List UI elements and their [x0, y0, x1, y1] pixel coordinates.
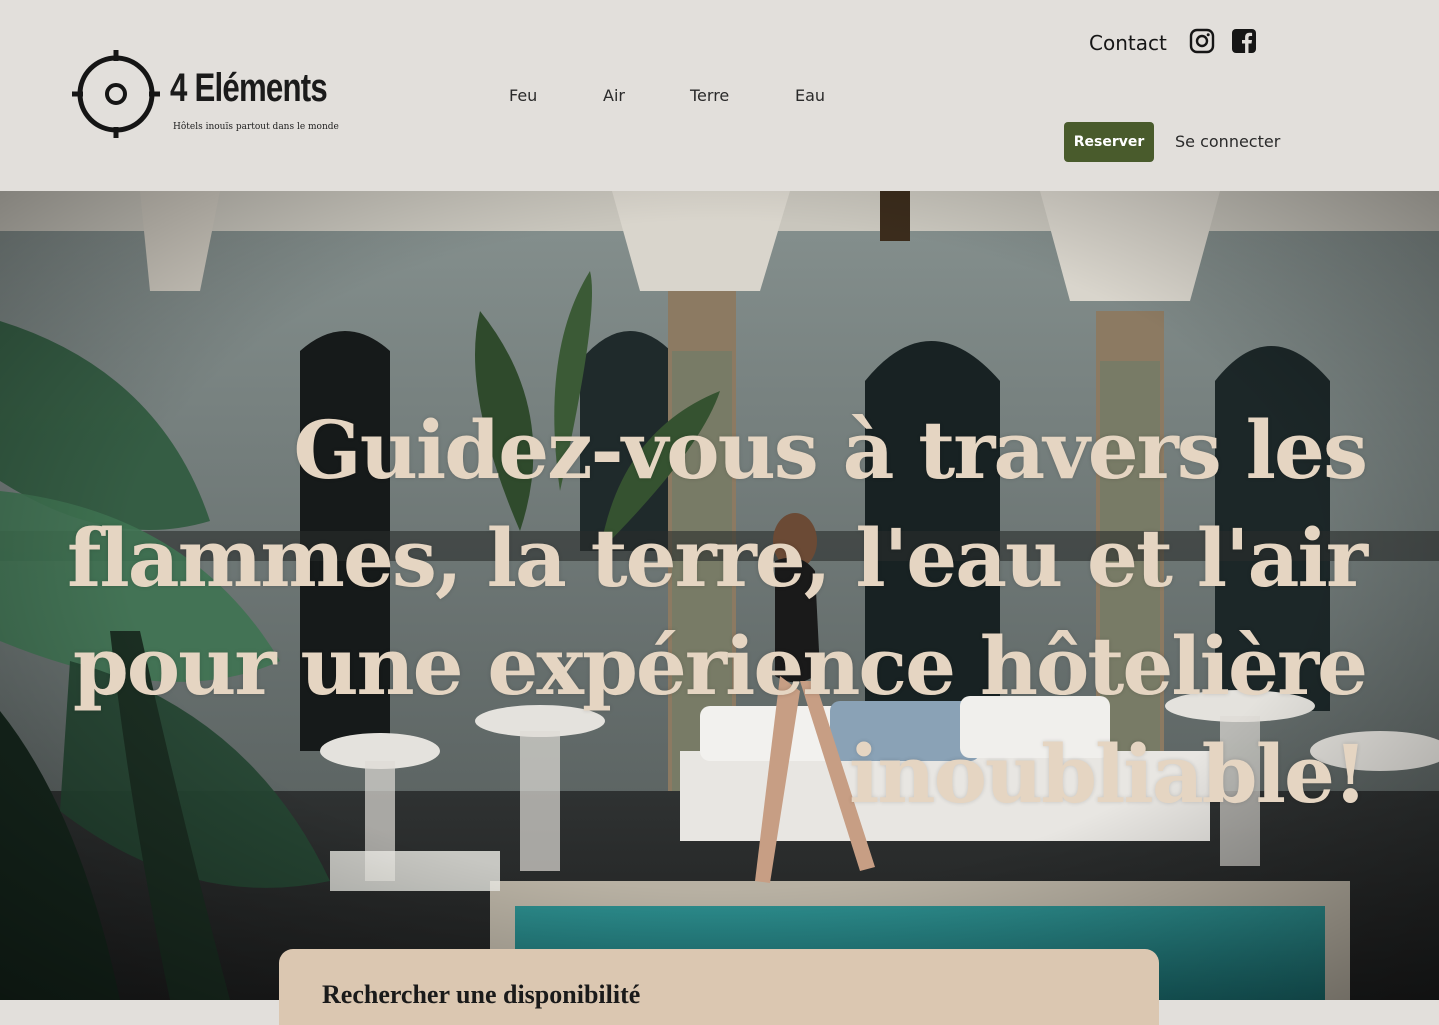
nav-item-feu[interactable]: Feu [509, 86, 537, 105]
target-icon [72, 50, 160, 138]
login-link[interactable]: Se connecter [1175, 132, 1280, 151]
brand-name: 4 Eléments [170, 66, 328, 110]
brand-logo[interactable]: 4 Eléments Hôtels inouïs partout dans le… [70, 48, 350, 140]
hero-section: Guidez-vous à travers les flammes, la te… [0, 191, 1439, 1000]
nav-item-terre[interactable]: Terre [690, 86, 729, 105]
contact-link[interactable]: Contact [1089, 31, 1167, 55]
brand-tagline: Hôtels inouïs partout dans le monde [173, 122, 339, 132]
facebook-icon[interactable] [1231, 28, 1257, 54]
site-header: 4 Eléments Hôtels inouïs partout dans le… [0, 0, 1439, 191]
availability-search-card: Rechercher une disponibilité [279, 949, 1159, 1025]
reserve-button[interactable]: Reserver [1064, 122, 1154, 162]
hero-headline: Guidez-vous à travers les flammes, la te… [67, 403, 1368, 821]
nav-item-eau[interactable]: Eau [795, 86, 825, 105]
search-title: Rechercher une disponibilité [322, 980, 641, 1009]
nav-item-air[interactable]: Air [603, 86, 625, 105]
instagram-icon[interactable] [1189, 28, 1215, 54]
